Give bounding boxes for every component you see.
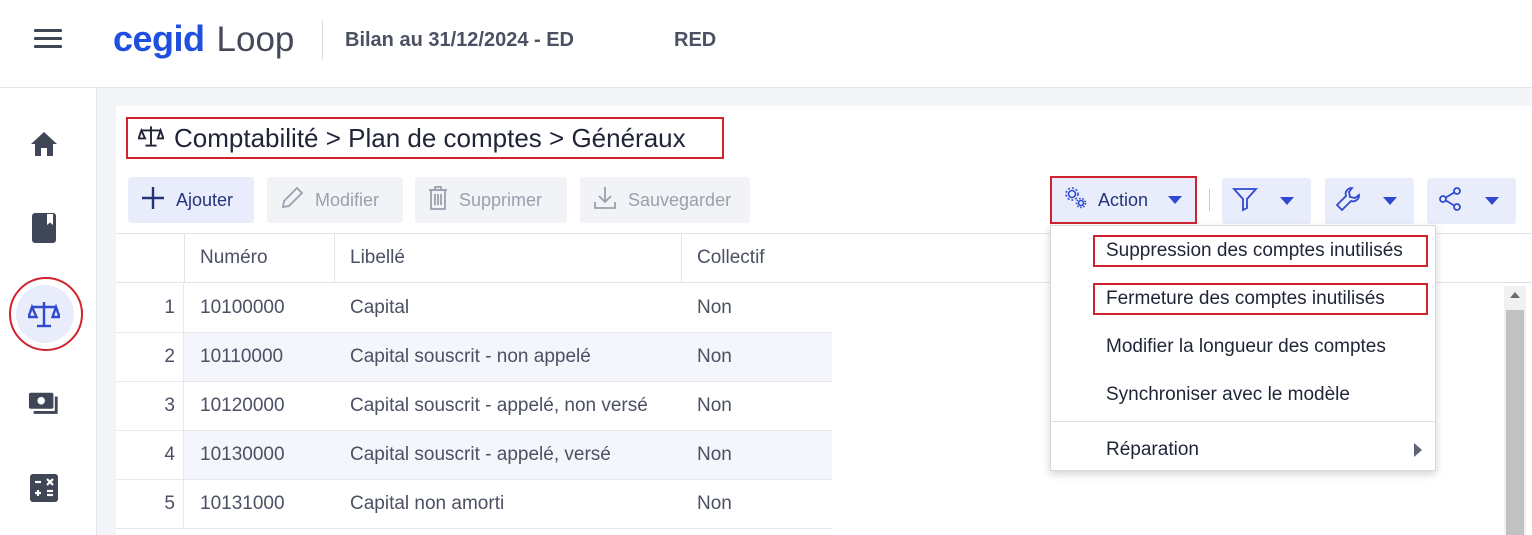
table-row[interactable]: 3 10120000 Capital souscrit - appelé, no…: [116, 382, 832, 431]
delete-button[interactable]: Supprimer: [415, 177, 567, 223]
cell-libelle: Capital non amorti: [350, 493, 505, 514]
add-button-label: Ajouter: [176, 189, 234, 210]
cell-numero: 10131000: [200, 493, 285, 514]
edit-button[interactable]: Modifier: [267, 177, 403, 223]
scroll-up-icon[interactable]: [1510, 292, 1520, 298]
add-button[interactable]: Ajouter: [128, 177, 254, 223]
cell-collectif: Non: [697, 493, 732, 514]
home-icon[interactable]: [28, 128, 60, 160]
row-number: 4: [116, 431, 184, 479]
wrench-icon: [1335, 186, 1361, 217]
logo-product: Loop: [216, 20, 295, 59]
hamburger-menu-icon[interactable]: [34, 29, 62, 51]
cell-numero: 10120000: [200, 395, 285, 416]
money-icon[interactable]: [28, 388, 60, 420]
column-header-collectif[interactable]: Collectif: [681, 234, 1021, 282]
book-icon[interactable]: [28, 212, 60, 244]
chevron-down-icon: [1280, 197, 1294, 205]
gears-icon: [1064, 186, 1088, 215]
cell-numero: 10130000: [184, 431, 334, 479]
row-number: 1: [116, 284, 184, 332]
cell-libelle: Capital souscrit - appelé, non versé: [350, 395, 648, 416]
save-button[interactable]: Sauvegarder: [580, 177, 750, 223]
save-button-label: Sauvegarder: [628, 189, 732, 210]
row-number: 3: [116, 382, 184, 430]
cell-collectif: Non: [681, 333, 832, 381]
cell-collectif: Non: [697, 395, 732, 416]
app-logo[interactable]: cegid Loop: [113, 18, 294, 62]
chevron-right-icon: [1414, 443, 1422, 457]
trash-icon: [427, 185, 449, 216]
calculator-icon[interactable]: [28, 472, 60, 504]
menu-item-delete-unused-accounts[interactable]: Suppression des comptes inutilisés: [1106, 240, 1403, 262]
vertical-scrollbar[interactable]: [1504, 286, 1526, 535]
cell-numero: 10110000: [184, 333, 334, 381]
edit-button-label: Modifier: [315, 189, 380, 210]
delete-button-label: Supprimer: [459, 189, 543, 210]
column-header-numero[interactable]: Numéro: [184, 234, 334, 282]
menu-item-close-unused-accounts[interactable]: Fermeture des comptes inutilisés: [1106, 288, 1385, 310]
document-title: Bilan au 31/12/2024 - ED: [345, 29, 575, 51]
row-number: 2: [116, 333, 184, 381]
top-bar: cegid Loop Bilan au 31/12/2024 - ED RED: [0, 0, 1532, 88]
sidebar: [0, 88, 97, 535]
menu-item-repair[interactable]: Réparation: [1106, 439, 1199, 461]
table-row[interactable]: 4 10130000 Capital souscrit - appelé, ve…: [116, 431, 832, 480]
menu-divider: [1051, 421, 1435, 422]
cell-libelle: Capital souscrit - appelé, versé: [334, 431, 681, 479]
cell-collectif: Non: [681, 431, 832, 479]
scale-icon[interactable]: [28, 298, 60, 330]
row-number: 5: [116, 480, 184, 528]
toolbar-divider: [1209, 189, 1210, 211]
chevron-down-icon: [1485, 197, 1499, 205]
table-row[interactable]: 2 10110000 Capital souscrit - non appelé…: [116, 333, 832, 382]
action-button-label: Action: [1098, 189, 1149, 210]
menu-item-sync-with-model[interactable]: Synchroniser avec le modèle: [1106, 384, 1350, 406]
chevron-down-icon: [1383, 197, 1397, 205]
header-divider: [322, 20, 323, 60]
tools-dropdown-button[interactable]: [1325, 178, 1414, 224]
scale-icon: [137, 124, 165, 153]
cell-numero: 10100000: [200, 297, 285, 318]
breadcrumb: Comptabilité > Plan de comptes > Générau…: [126, 117, 724, 159]
cell-collectif: Non: [697, 297, 732, 318]
scroll-thumb[interactable]: [1506, 310, 1524, 535]
action-menu: Suppression des comptes inutilisés Ferme…: [1050, 225, 1436, 471]
table-row[interactable]: 1 10100000 Capital Non: [116, 284, 832, 333]
menu-item-modify-account-length[interactable]: Modifier la longueur des comptes: [1106, 336, 1386, 358]
chevron-down-icon: [1168, 196, 1183, 204]
logo-brand: cegid: [113, 18, 205, 59]
column-header-libelle[interactable]: Libellé: [334, 234, 681, 282]
breadcrumb-text: Comptabilité > Plan de comptes > Générau…: [174, 122, 686, 153]
share-dropdown-button[interactable]: [1427, 178, 1516, 224]
filter-icon: [1231, 186, 1259, 217]
pencil-icon: [279, 185, 305, 216]
company-name: RED: [674, 29, 717, 51]
action-dropdown-button[interactable]: Action: [1050, 176, 1197, 224]
cell-libelle: Capital souscrit - non appelé: [334, 333, 681, 381]
share-icon: [1437, 186, 1463, 217]
cell-libelle: Capital: [350, 297, 410, 318]
table-row[interactable]: 5 10131000 Capital non amorti Non: [116, 480, 832, 529]
download-icon: [592, 185, 618, 216]
filter-dropdown-button[interactable]: [1222, 178, 1311, 224]
plus-icon: [140, 185, 166, 216]
